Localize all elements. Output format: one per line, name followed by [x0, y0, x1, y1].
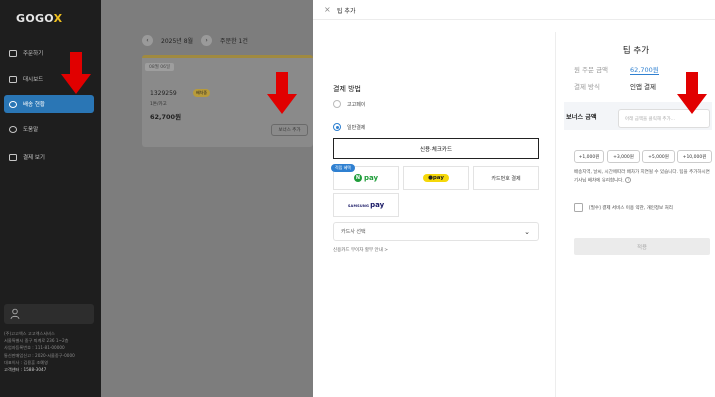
- radio-label: 일반결제: [347, 124, 366, 131]
- company-line: (주)고고엑스 고고엑스서비스: [4, 331, 55, 336]
- modal-title: 팁 추가: [337, 8, 356, 15]
- order-number: 1329259: [150, 90, 177, 97]
- status-badge: 배차중: [193, 89, 211, 97]
- order-count: 주문한 1건: [220, 37, 248, 45]
- next-month-button[interactable]: ›: [201, 34, 213, 46]
- sidebar-item-label: 배송 현황: [23, 102, 45, 108]
- vehicle-type: 1톤/카고: [150, 102, 167, 107]
- arrow-down-icon: [267, 72, 297, 114]
- bonus-add-button[interactable]: 보너스 추가: [271, 124, 308, 136]
- original-amount-label: 원 주문 금액: [574, 66, 609, 74]
- profile-box[interactable]: [4, 304, 94, 324]
- reward-badge: 적립 혜택: [331, 164, 355, 172]
- radio-gogopay[interactable]: 고고페이: [333, 100, 365, 108]
- payment-method-title: 결제 방법: [333, 85, 361, 93]
- samsung-pay-button[interactable]: SAMSUNG pay: [333, 193, 399, 217]
- payment-type-value: 인앱 결제: [630, 83, 656, 91]
- kakao-pay-logo: ●pay: [423, 174, 449, 182]
- radio-circle[interactable]: [333, 100, 341, 108]
- sidebar-item-help[interactable]: 도움말: [4, 120, 94, 138]
- naver-pay-logo: Npay: [353, 174, 379, 182]
- help-icon: [9, 125, 17, 133]
- company-info: (주)고고엑스 고고엑스서비스 서울특별시 중구 퇴계로 236 1~2층 사업…: [4, 330, 98, 373]
- card-company-select[interactable]: 카드사 선택 ⌄: [333, 222, 539, 241]
- sidebar-item-label: 결제 보기: [23, 155, 45, 161]
- radio-circle[interactable]: [333, 123, 341, 131]
- terms-checkbox[interactable]: [574, 203, 583, 212]
- logo[interactable]: GOGOX: [16, 12, 62, 25]
- date-navigator: ‹ 2025년 8월 › 주문한 1건: [142, 32, 313, 48]
- card-number-pay-button[interactable]: 카드번호 결제: [473, 166, 539, 190]
- company-line: 서울특별시 중구 퇴계로 236 1~2층: [4, 338, 69, 344]
- order-date-tag: 08월 06일: [145, 63, 175, 71]
- notice-text: 배송지역, 날씨, 시간에따라 배차가 지연될 수 있습니다. 팁을 추가하시면…: [574, 170, 710, 184]
- company-line: 통신판매업신고 : 2020-서울중구-0000: [4, 352, 75, 358]
- person-icon: [10, 308, 20, 320]
- location-icon: [9, 100, 17, 108]
- tip-title: 팁 추가: [622, 46, 650, 56]
- company-line: 대표이사 : 김용훈 조예영: [4, 359, 48, 365]
- select-value: 카드사 선택: [341, 229, 366, 235]
- add-10000-button[interactable]: +10,000원: [677, 150, 712, 163]
- sidebar-item-payment[interactable]: 결제 보기: [4, 148, 94, 166]
- payment-type-label: 결제 방식: [574, 83, 600, 91]
- close-icon[interactable]: ×: [324, 5, 331, 14]
- original-amount-value[interactable]: 62,700원: [630, 64, 659, 75]
- terms-label[interactable]: [필수] 결제 서비스 이용 약관, 개인정보 처리: [589, 205, 673, 211]
- chevron-down-icon: ⌄: [524, 227, 530, 236]
- sidebar-item-label: 도움말: [23, 127, 39, 133]
- radio-label: 고고페이: [347, 101, 366, 108]
- credit-card-button[interactable]: 신용·체크카드: [333, 138, 539, 159]
- sidebar-item-delivery[interactable]: 배송 현황: [4, 95, 94, 113]
- apply-button[interactable]: 적용: [574, 238, 710, 255]
- dashboard-icon: [9, 75, 17, 83]
- order-amount: 62,700원: [150, 113, 182, 121]
- company-line: 고객센터 : 1588-3047: [4, 367, 47, 373]
- tip-modal: × 팁 추가 결제 방법 고고페이 일반결제 신용·체크카드 Npay 적립 혜…: [313, 0, 715, 397]
- add-3000-button[interactable]: +3,000원: [607, 150, 640, 163]
- info-icon[interactable]: ?: [625, 177, 632, 183]
- sidebar-item-label: 주문하기: [23, 51, 44, 57]
- modal-header: × 팁 추가: [313, 0, 715, 20]
- arrow-down-icon: [61, 52, 91, 94]
- add-5000-button[interactable]: +5,000원: [642, 150, 675, 163]
- arrow-down-icon: [677, 72, 707, 114]
- bonus-amount-label: 보너스 금액: [566, 114, 597, 121]
- card-icon: [9, 153, 17, 161]
- company-line: 사업자등록번호 : 111-81-00000: [4, 345, 65, 351]
- prev-month-button[interactable]: ‹: [142, 34, 153, 46]
- kakao-pay-button[interactable]: ●pay: [403, 166, 469, 190]
- samsung-pay-logo: SAMSUNG pay: [347, 201, 385, 209]
- month-label: 2025년 8월: [161, 37, 194, 45]
- installment-info-link[interactable]: 신용카드 무이자 할부 안내 >: [333, 247, 388, 253]
- phone-icon: [9, 49, 17, 57]
- radio-general[interactable]: 일반결제: [333, 123, 365, 131]
- add-1000-button[interactable]: +1,000원: [574, 150, 604, 163]
- sidebar-item-label: 대시보드: [23, 77, 44, 83]
